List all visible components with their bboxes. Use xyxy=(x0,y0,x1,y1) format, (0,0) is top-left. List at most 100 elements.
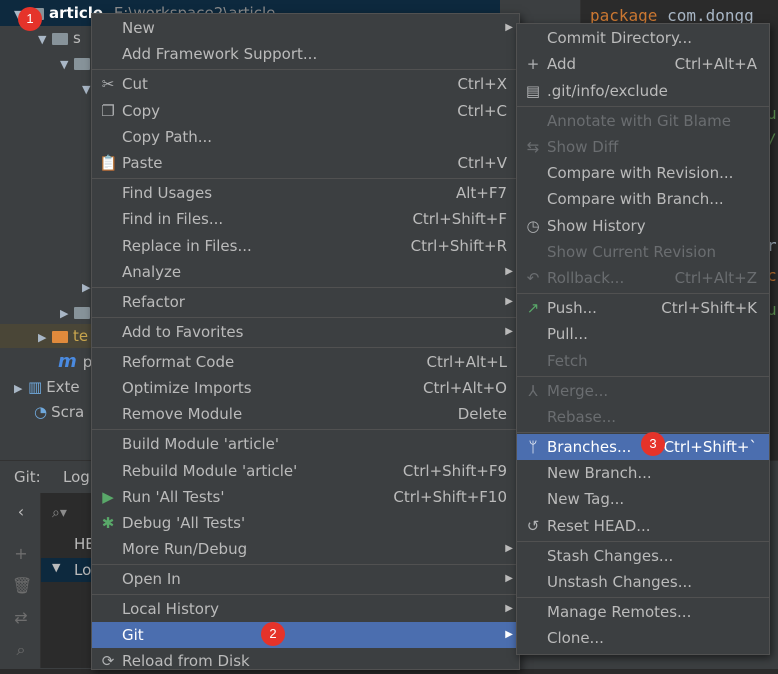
menu-item-run-all-tests[interactable]: ▶ Run 'All Tests' Ctrl+Shift+F10 xyxy=(92,484,519,510)
menu-item-add-to-favorites[interactable]: Add to Favorites ▶ xyxy=(92,319,519,345)
menu-item-copy[interactable]: ❐ Copy Ctrl+C xyxy=(92,98,519,124)
menu-item-reload-from-disk[interactable]: ⟳ Reload from Disk xyxy=(92,648,519,674)
chevron-right-icon[interactable]: ▶ xyxy=(14,377,28,401)
separator xyxy=(517,376,769,377)
menu-label: Compare with Revision... xyxy=(547,164,734,182)
tree-item-main[interactable]: ▼ xyxy=(60,51,95,75)
menu-item-paste[interactable]: 📋 Paste Ctrl+V xyxy=(92,150,519,176)
tree-item-src[interactable]: ▼ s xyxy=(38,26,81,50)
menu-label: Add xyxy=(547,55,577,73)
fetch-icon[interactable]: ⇄ xyxy=(12,609,30,627)
menu-item-annotate[interactable]: Annotate with Git Blame xyxy=(517,108,769,134)
menu-item-show-current-revision[interactable]: Show Current Revision xyxy=(517,239,769,265)
menu-item-reformat-code[interactable]: Reformat Code Ctrl+Alt+L xyxy=(92,349,519,375)
step-badge-2: 2 xyxy=(261,622,285,646)
menu-item-find-usages[interactable]: Find Usages Alt+F7 xyxy=(92,180,519,206)
menu-shortcut: Ctrl+Shift+K xyxy=(661,299,757,317)
menu-label: Rollback... xyxy=(547,269,625,287)
menu-label: Open In xyxy=(122,570,181,588)
step-badge-3: 3 xyxy=(641,432,665,456)
separator xyxy=(517,106,769,107)
menu-item-open-in[interactable]: Open In ▶ xyxy=(92,566,519,592)
separator xyxy=(92,347,519,348)
menu-item-compare-with-branch[interactable]: Compare with Branch... xyxy=(517,186,769,212)
tree-item-target[interactable]: ▶ te xyxy=(38,324,88,348)
menu-label: Annotate with Git Blame xyxy=(547,112,731,130)
git-submenu: Commit Directory... + Add Ctrl+Alt+A ▤ .git… xyxy=(516,23,770,655)
menu-label: Show History xyxy=(547,217,646,235)
git-toolbar: ‹ + 🗑 ⇄ ⌕ xyxy=(0,493,41,668)
menu-item-debug-all-tests[interactable]: ✱ Debug 'All Tests' xyxy=(92,510,519,536)
separator xyxy=(517,541,769,542)
menu-item-show-diff[interactable]: ⇆ Show Diff xyxy=(517,134,769,160)
menu-item-rebase[interactable]: Rebase... xyxy=(517,404,769,430)
chevron-right-icon[interactable]: ▶ xyxy=(38,326,52,350)
menu-item-stash-changes[interactable]: Stash Changes... xyxy=(517,543,769,569)
menu-item-commit-directory[interactable]: Commit Directory... xyxy=(517,25,769,51)
chevron-down-icon[interactable]: ▼ xyxy=(38,28,52,52)
menu-item-merge[interactable]: ⅄ Merge... xyxy=(517,378,769,404)
menu-item-cut[interactable]: ✂ Cut Ctrl+X xyxy=(92,71,519,97)
menu-item-optimize-imports[interactable]: Optimize Imports Ctrl+Alt+O xyxy=(92,375,519,401)
submenu-arrow-icon: ▶ xyxy=(505,296,513,307)
menu-item-fetch[interactable]: Fetch xyxy=(517,348,769,374)
menu-item-rollback[interactable]: ↶ Rollback... Ctrl+Alt+Z xyxy=(517,265,769,291)
menu-item-more-run-debug[interactable]: More Run/Debug ▶ xyxy=(92,536,519,562)
menu-item-remove-module[interactable]: Remove Module Delete xyxy=(92,401,519,427)
menu-item-git[interactable]: Git ▶ xyxy=(92,622,519,648)
menu-item-new[interactable]: New ▶ xyxy=(92,15,519,41)
menu-shortcut: Ctrl+X xyxy=(457,75,507,93)
menu-item-reset-head[interactable]: ↺ Reset HEAD... xyxy=(517,513,769,539)
menu-item-build-module[interactable]: Build Module 'article' xyxy=(92,431,519,457)
menu-item-rebuild-module[interactable]: Rebuild Module 'article' Ctrl+Shift+F9 xyxy=(92,458,519,484)
menu-item-local-history[interactable]: Local History ▶ xyxy=(92,596,519,622)
chevron-right-icon[interactable]: ▶ xyxy=(60,302,74,326)
menu-item-new-tag[interactable]: New Tag... xyxy=(517,486,769,512)
submenu-arrow-icon: ▶ xyxy=(505,326,513,337)
branch-local[interactable]: Lo xyxy=(74,561,91,579)
tab-log[interactable]: Log xyxy=(63,468,90,486)
separator xyxy=(517,432,769,433)
menu-item-add-framework-support[interactable]: Add Framework Support... xyxy=(92,41,519,67)
run-icon: ▶ xyxy=(102,488,114,506)
plus-icon[interactable]: + xyxy=(12,545,30,563)
tree-item-test[interactable]: ▶ xyxy=(60,300,95,324)
search-icon[interactable]: ⌕▾ xyxy=(52,505,67,521)
tree-item-scratches[interactable]: ◔ Scra xyxy=(34,400,84,424)
menu-label: New Branch... xyxy=(547,464,652,482)
chevron-down-icon[interactable]: ▼ xyxy=(52,561,60,574)
menu-label: Git xyxy=(122,626,144,644)
separator xyxy=(92,429,519,430)
menu-item-git-info-exclude[interactable]: ▤ .git/info/exclude xyxy=(517,78,769,104)
library-icon: ▥ xyxy=(28,378,43,396)
tree-item-pom[interactable]: mp xyxy=(58,350,92,374)
chevron-down-icon[interactable]: ▼ xyxy=(60,53,74,77)
menu-shortcut: Ctrl+V xyxy=(457,154,507,172)
menu-item-analyze[interactable]: Analyze ▶ xyxy=(92,259,519,285)
search-icon[interactable]: ⌕ xyxy=(12,641,30,659)
menu-item-replace-in-files[interactable]: Replace in Files... Ctrl+Shift+R xyxy=(92,233,519,259)
menu-item-unstash-changes[interactable]: Unstash Changes... xyxy=(517,569,769,595)
copy-icon: ❐ xyxy=(101,102,115,120)
menu-label: Paste xyxy=(122,154,163,172)
menu-item-clone[interactable]: Clone... xyxy=(517,625,769,651)
menu-item-add[interactable]: + Add Ctrl+Alt+A xyxy=(517,51,769,77)
tree-item-label: Exte xyxy=(46,378,80,396)
menu-item-copy-path[interactable]: Copy Path... xyxy=(92,124,519,150)
back-icon[interactable]: ‹ xyxy=(12,503,30,521)
menu-item-refactor[interactable]: Refactor ▶ xyxy=(92,289,519,315)
tree-item-external-libraries[interactable]: ▶ ▥ Exte xyxy=(14,375,80,399)
menu-item-push[interactable]: ↗ Push... Ctrl+Shift+K xyxy=(517,295,769,321)
menu-item-pull[interactable]: Pull... xyxy=(517,321,769,347)
trash-icon[interactable]: 🗑 xyxy=(12,577,32,595)
menu-item-show-history[interactable]: ◷ Show History xyxy=(517,213,769,239)
menu-label: Find in Files... xyxy=(122,210,224,228)
menu-item-new-branch[interactable]: New Branch... xyxy=(517,460,769,486)
separator xyxy=(92,564,519,565)
menu-item-manage-remotes[interactable]: Manage Remotes... xyxy=(517,599,769,625)
menu-item-compare-with-revision[interactable]: Compare with Revision... xyxy=(517,160,769,186)
menu-label: Merge... xyxy=(547,382,609,400)
separator xyxy=(517,597,769,598)
menu-item-find-in-files[interactable]: Find in Files... Ctrl+Shift+F xyxy=(92,206,519,232)
menu-label: Compare with Branch... xyxy=(547,190,724,208)
